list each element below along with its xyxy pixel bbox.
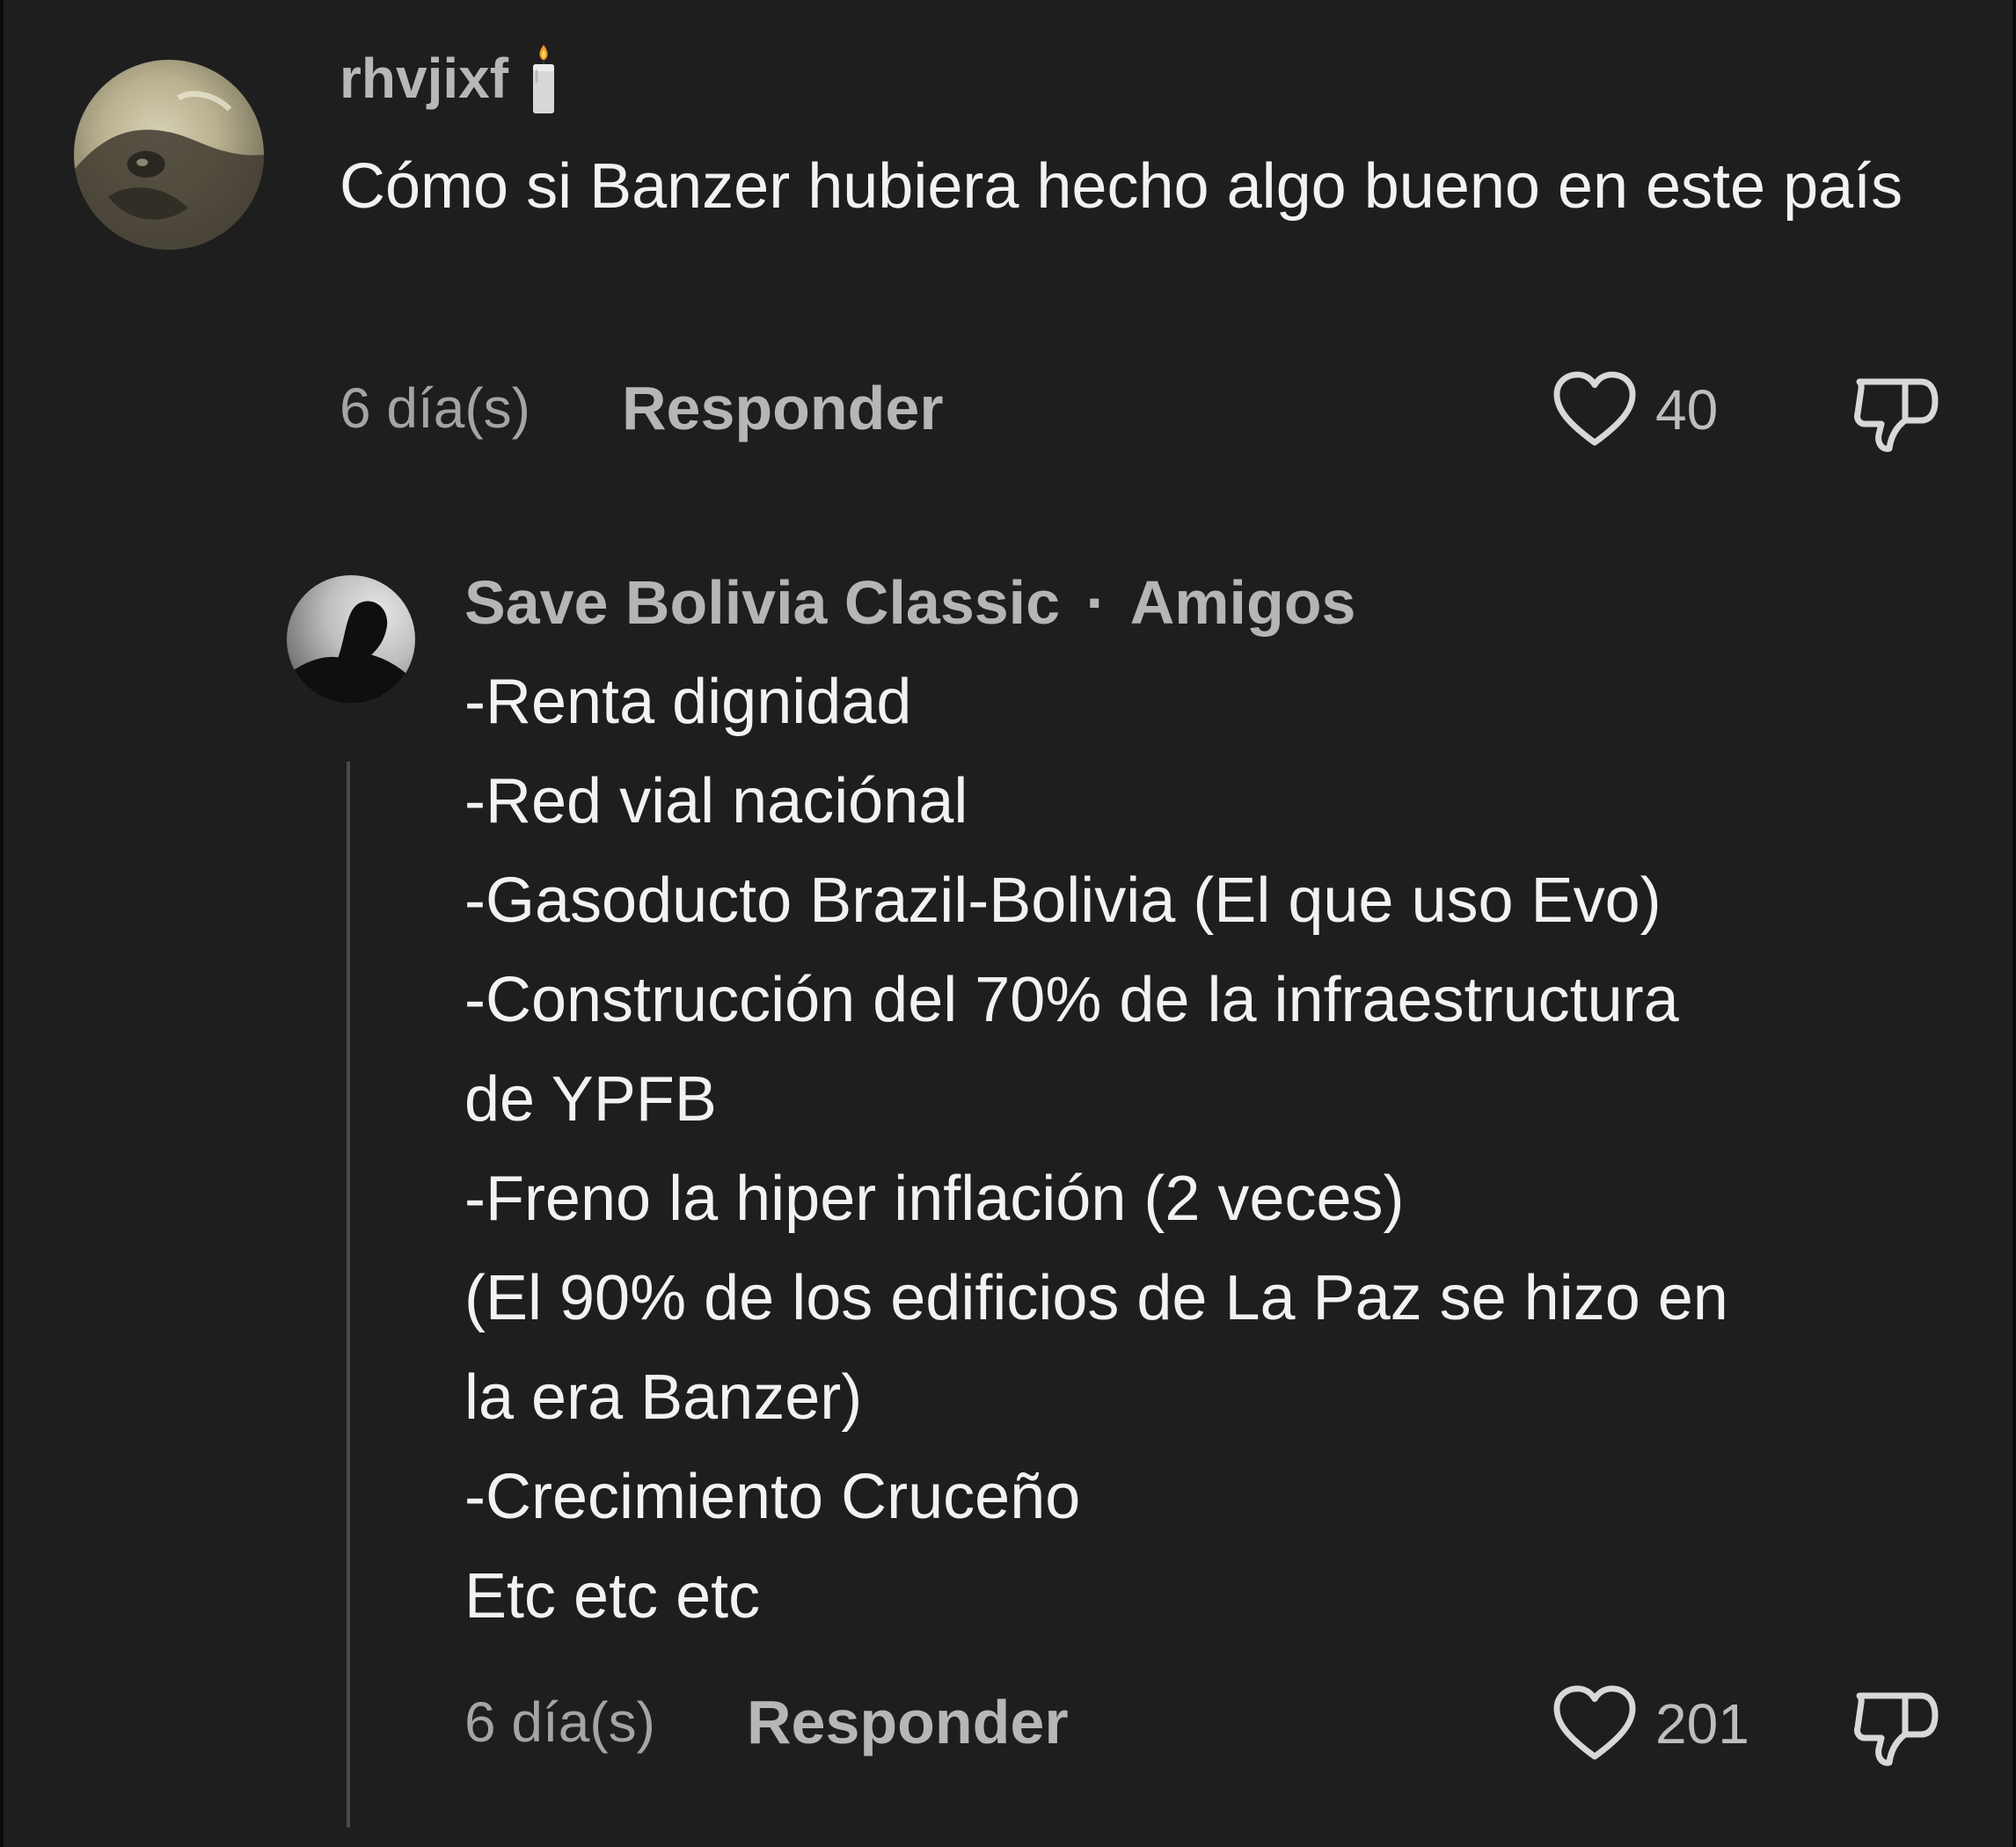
reply-line: Etc etc etc (464, 1561, 761, 1632)
reply-username[interactable]: Save Bolivia Classic (464, 568, 1060, 637)
reply-line: -Red vial naciónal (464, 766, 968, 836)
reply-line: (El 90% de los edificios de La Paz se hi… (464, 1263, 1728, 1333)
comment-meta: 6 día(s) Responder (340, 364, 944, 452)
reply-timestamp: 6 día(s) (464, 1690, 655, 1754)
thread-line (347, 762, 350, 1828)
dislike-icon[interactable] (1852, 1683, 1940, 1771)
comments-panel: rhvjixf Cómo si Banzer hubiera hecho alg… (0, 0, 2016, 1847)
avatar-image (74, 91, 264, 250)
avatar[interactable] (74, 60, 264, 250)
heart-icon (1553, 1685, 1636, 1760)
reply-line: -Crecimiento Cruceño (464, 1462, 1081, 1532)
comment-username[interactable]: rhvjixf (340, 42, 561, 115)
reply-line: de YPFB (464, 1064, 717, 1135)
relation-label: Amigos (1129, 568, 1356, 637)
reply-avatar[interactable] (287, 575, 415, 704)
reply-line: -Renta dignidad (464, 667, 912, 737)
reply-line: -Freno la hiper inflación (2 veces) (464, 1164, 1405, 1234)
heart-icon (1553, 371, 1636, 446)
avatar-image (287, 601, 415, 704)
like-button[interactable]: 40 (1552, 366, 1718, 454)
comment-timestamp: 6 día(s) (340, 376, 530, 440)
reply-line: -Construcción del 70% de la infraestruct… (464, 965, 1679, 1035)
reply-line: -Gasoducto Brazil-Bolivia (El que uso Ev… (464, 865, 1662, 936)
reply-header: Save Bolivia Classic · Amigos (464, 563, 1355, 643)
reply-button[interactable]: Responder (747, 1687, 1069, 1757)
like-button[interactable]: 201 (1552, 1680, 1749, 1768)
reply-meta: 6 día(s) Responder (464, 1678, 1069, 1766)
reply-text: -Renta dignidad -Red vial naciónal -Gaso… (464, 653, 1960, 1646)
like-count: 40 (1655, 378, 1719, 442)
like-count: 201 (1655, 1692, 1749, 1756)
dislike-icon[interactable] (1852, 369, 1940, 457)
reply-button[interactable]: Responder (622, 373, 944, 443)
separator: · (1085, 568, 1107, 637)
candle-icon (533, 44, 555, 113)
comment-text: Cómo si Banzer hubiera hecho algo bueno … (340, 151, 1903, 222)
reply-line: la era Banzer) (464, 1362, 863, 1433)
